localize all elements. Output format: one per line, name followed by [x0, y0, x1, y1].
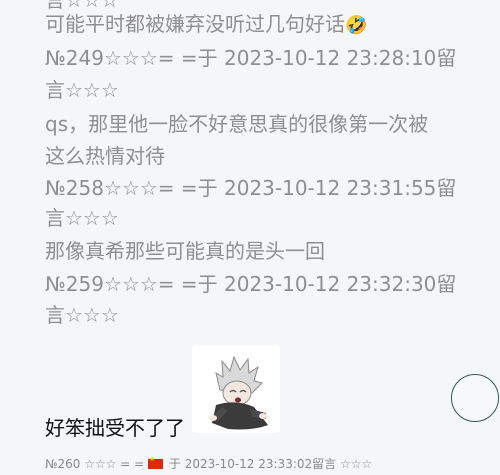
message-meta: №249☆☆☆= =于 2023-10-12 23:28:10留 — [45, 46, 457, 70]
footer-prefix: №260 ☆☆☆ = = — [45, 457, 145, 471]
message-meta: 言☆☆☆ — [45, 303, 119, 327]
china-flag-icon — [148, 455, 164, 469]
message-meta: №259☆☆☆= =于 2023-10-12 23:32:30留 — [45, 272, 457, 296]
message-line: 那像真希那些可能真的是头一回 — [45, 239, 325, 263]
reply-message: 好笨拙受不了了 — [45, 416, 185, 440]
anime-sticker-image — [192, 345, 280, 433]
message-line: qs，那里他一脸不好意思真的很像第一次被 — [45, 112, 429, 136]
laughing-emoji-icon: 🤣 — [345, 15, 368, 36]
message-line: 可能平时都被嫌弃没听过几句好话🤣 — [45, 12, 368, 36]
message-meta: №258☆☆☆= =于 2023-10-12 23:31:55留 — [45, 176, 457, 200]
footer-suffix: 于 2023-10-12 23:33:02留言 ☆☆☆ — [168, 457, 373, 471]
floating-action-button[interactable] — [451, 374, 499, 422]
message-meta: 言☆☆☆ — [45, 206, 119, 230]
message-line: 这么热情对待 — [45, 144, 165, 168]
message-meta: 言☆☆☆ — [45, 78, 119, 102]
message-footer: №260 ☆☆☆ = = 于 2023-10-12 23:33:02留言 ☆☆☆ — [45, 455, 372, 472]
